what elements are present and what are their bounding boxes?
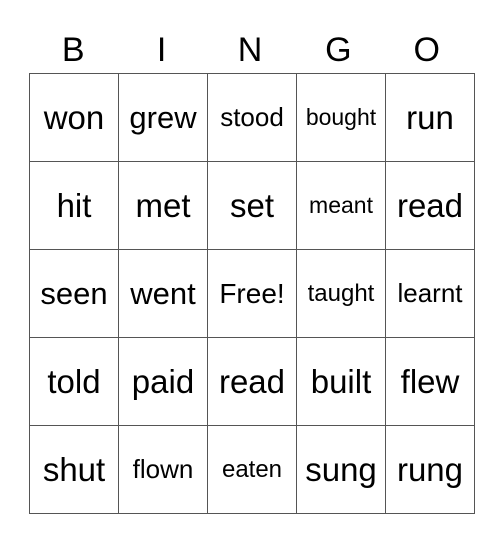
header-letter-n: N [237,31,263,69]
bingo-cell[interactable]: bought [296,73,386,162]
bingo-header: B I N G O [29,28,471,72]
bingo-cell[interactable]: sung [296,425,386,514]
bingo-cell[interactable]: seen [29,249,119,338]
bingo-cell[interactable]: shut [29,425,119,514]
bingo-grid: won grew stood bought run hit met set me… [29,73,475,514]
bingo-cell[interactable]: met [118,161,208,250]
bingo-cell[interactable]: set [207,161,297,250]
grid-row: hit met set meant read [29,161,475,250]
bingo-cell[interactable]: paid [118,337,208,426]
bingo-cell[interactable]: meant [296,161,386,250]
bingo-cell[interactable]: eaten [207,425,297,514]
bingo-cell[interactable]: flew [385,337,475,426]
bingo-cell[interactable]: rung [385,425,475,514]
grid-row: told paid read built flew [29,337,475,426]
bingo-cell[interactable]: read [385,161,475,250]
header-letter-b: B [61,31,85,69]
free-space-cell[interactable]: Free! [207,249,297,338]
header-letter-g: G [325,31,352,69]
bingo-cell[interactable]: read [207,337,297,426]
bingo-cell[interactable]: hit [29,161,119,250]
bingo-cell[interactable]: went [118,249,208,338]
grid-row: shut flown eaten sung rung [29,425,475,514]
bingo-cell[interactable]: run [385,73,475,162]
bingo-cell[interactable]: grew [118,73,208,162]
bingo-cell[interactable]: learnt [385,249,475,338]
grid-row: won grew stood bought run [29,73,475,162]
header-letter-i: I [156,31,167,69]
bingo-cell[interactable]: flown [118,425,208,514]
bingo-cell[interactable]: taught [296,249,386,338]
bingo-cell[interactable]: stood [207,73,297,162]
grid-row: seen went Free! taught learnt [29,249,475,338]
bingo-cell[interactable]: won [29,73,119,162]
bingo-cell[interactable]: built [296,337,386,426]
header-letter-o: O [413,31,440,69]
bingo-cell[interactable]: told [29,337,119,426]
